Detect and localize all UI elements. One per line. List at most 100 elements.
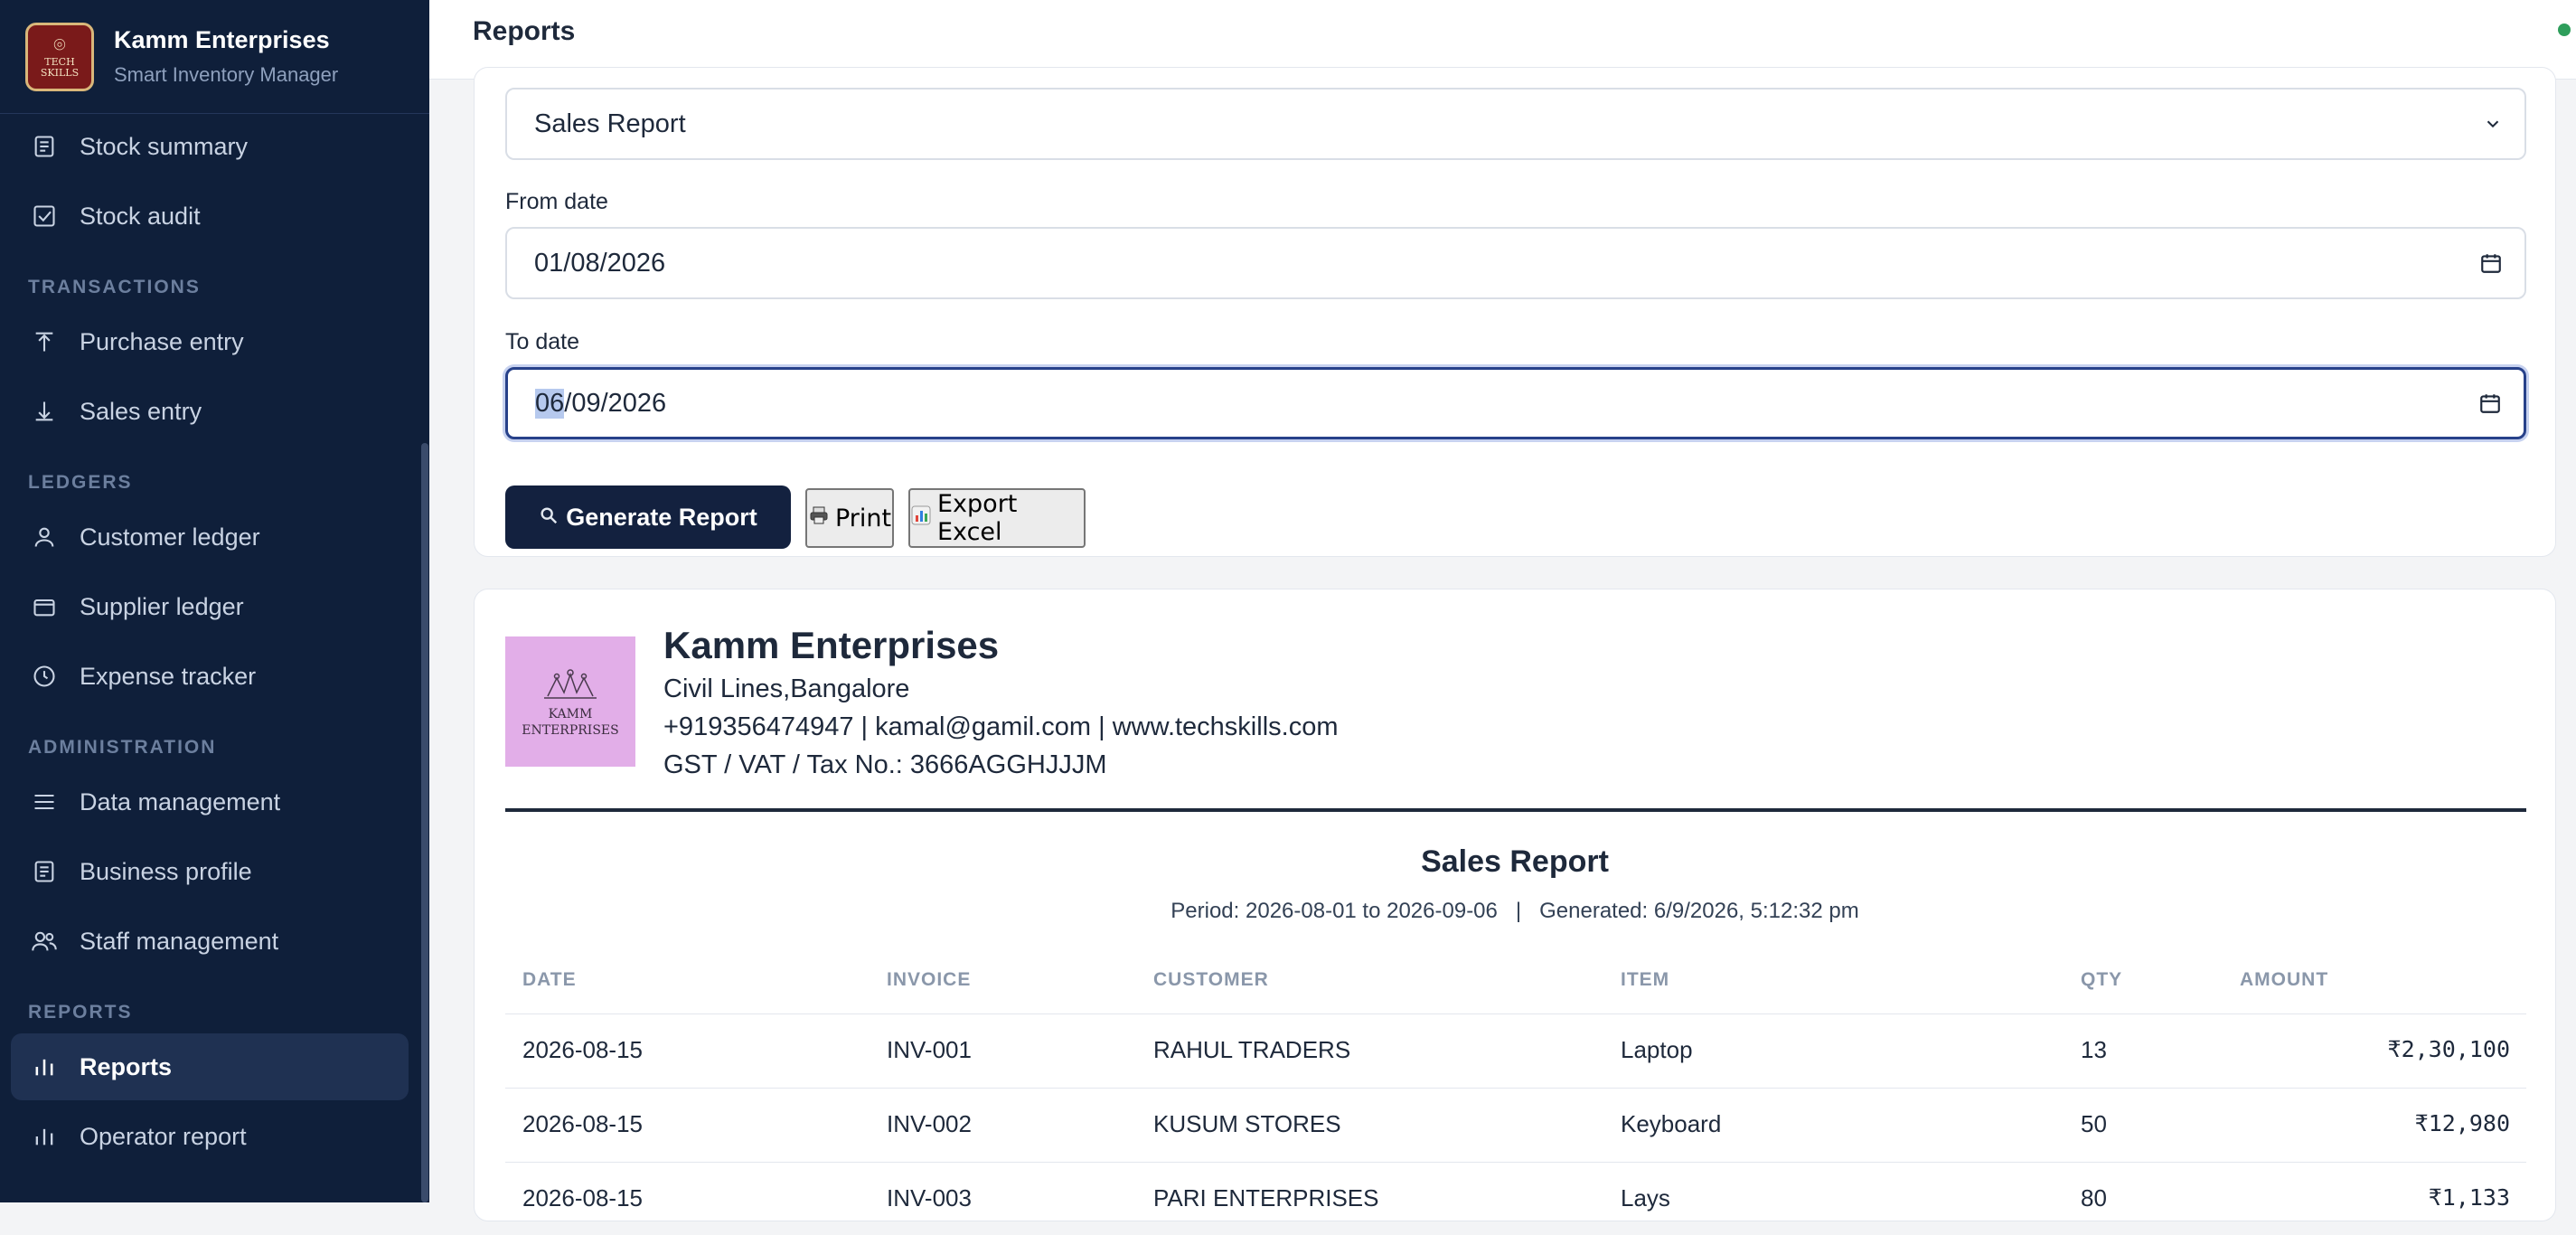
business-tax-number: GST / VAT / Tax No.: 3666AGGHJJJM [663,750,1107,779]
lightbulb-icon: ⌾ [53,33,66,57]
generate-report-button[interactable]: Generate Report [505,486,791,549]
sidebar-item-reports[interactable]: Reports [11,1033,409,1100]
sidebar-item-operator-report[interactable]: Operator report [11,1103,409,1170]
sidebar-item-label: Operator report [80,1122,247,1150]
brand-logo: ⌾ TECH SKILLS [25,22,94,91]
sidebar-item-label: Staff management [80,927,279,955]
sidebar-item-label: Stock summary [80,132,249,160]
export-excel-label: Export Excel [937,490,1018,546]
floral-logo-icon [539,665,602,706]
to-date-label: To date [505,329,580,354]
sidebar-item-stock-summary[interactable]: Stock summary [11,113,409,180]
document-icon [29,859,60,884]
report-title: Sales Report [1421,844,1609,879]
cell-customer: RAHUL TRADERS [1153,1036,1351,1063]
brand-logo-line-2: SKILLS [40,66,80,79]
sidebar-item-label: Stock audit [80,202,201,230]
sidebar-item-label: Reports [80,1052,173,1080]
to-date-day-segment[interactable]: 06 [535,388,565,419]
menu-icon [29,789,60,815]
sidebar-item-stock-audit[interactable]: Stock audit [11,183,409,250]
cell-amount: ₹12,980 [2414,1110,2510,1136]
cell-item: Lays [1621,1184,1670,1211]
cell-qty: 50 [2081,1110,2107,1137]
page-title: Reports [473,16,576,46]
brand-logo-line-1: TECH [44,55,75,68]
clock-icon [29,664,60,689]
business-logo: KAMM ENTERPRISES [505,636,635,767]
cell-qty: 13 [2081,1036,2107,1063]
business-logo-line-2: ENTERPRISES [522,722,619,738]
report-period: Period: 2026-08-01 to 2026-09-06 | Gener… [1170,899,1859,923]
calendar-icon[interactable] [2479,251,2503,275]
sidebar-item-expense-tracker[interactable]: Expense tracker [11,643,409,710]
report-type-select[interactable]: Sales Report [505,88,2526,160]
business-address: Civil Lines,Bangalore [663,674,910,703]
column-header-amount: AMOUNT [2240,969,2329,990]
bar-chart-icon [29,1054,60,1079]
sidebar-item-label: Purchase entry [80,327,244,355]
section-ledgers: LEDGERS [28,472,133,493]
checkbox-icon [29,203,60,229]
report-output-card: KAMM ENTERPRISES Kamm Enterprises Civil … [474,589,2556,1221]
brand-header: ⌾ TECH SKILLS Kamm Enterprises Smart Inv… [0,0,429,114]
sidebar-item-staff-management[interactable]: Staff management [11,908,409,975]
cell-invoice: INV-002 [887,1110,972,1137]
cell-invoice: INV-001 [887,1036,972,1063]
sidebar-item-label: Supplier ledger [80,592,244,620]
column-header-date: DATE [522,969,577,990]
brand-subtitle: Smart Inventory Manager [114,63,339,86]
from-date-input[interactable]: 01/08/2026 [505,227,2526,299]
printer-icon [808,504,830,533]
report-filter-card: Sales Report From date 01/08/2026 To dat… [474,67,2556,557]
from-date-value: 01/08/2026 [534,248,666,278]
document-icon [29,134,60,159]
section-transactions: TRANSACTIONS [28,277,201,297]
wallet-icon [29,594,60,619]
cell-customer: KUSUM STORES [1153,1110,1341,1137]
column-header-customer: CUSTOMER [1153,969,1269,990]
sidebar-item-purchase-entry[interactable]: Purchase entry [11,308,409,375]
column-header-invoice: INVOICE [887,969,972,990]
sidebar-item-label: Expense tracker [80,662,257,690]
chevron-down-icon [2483,114,2503,134]
to-date-input[interactable]: 06/09/2026 [505,367,2526,439]
table-row: 2026-08-15 INV-003 PARI ENTERPRISES Lays… [505,1162,2526,1235]
sidebar-item-business-profile[interactable]: Business profile [11,838,409,905]
cell-invoice: INV-003 [887,1184,972,1211]
sidebar-item-sales-entry[interactable]: Sales entry [11,378,409,445]
table-row: 2026-08-15 INV-001 RAHUL TRADERS Laptop … [505,1013,2526,1087]
bar-chart-icon [910,504,932,533]
print-button[interactable]: Print [805,488,894,548]
export-excel-button[interactable]: Export Excel [908,488,1086,548]
sidebar-item-data-management[interactable]: Data management [11,768,409,835]
sidebar-item-label: Data management [80,787,281,815]
cell-amount: ₹1,133 [2428,1184,2510,1211]
status-indicator [2558,24,2571,36]
table-row: 2026-08-15 INV-002 KUSUM STORES Keyboard… [505,1088,2526,1161]
print-label: Print [834,504,892,533]
business-logo-line-1: KAMM [548,706,593,721]
sidebar-item-supplier-ledger[interactable]: Supplier ledger [11,573,409,640]
cell-item: Laptop [1621,1036,1693,1063]
calendar-icon[interactable] [2478,391,2502,415]
column-header-qty: QTY [2081,969,2123,990]
business-name: Kamm Enterprises [663,624,1000,666]
arrow-down-icon [29,399,60,424]
business-contact: +919356474947 | kamal@gamil.com | www.te… [663,712,1339,741]
sidebar-item-customer-ledger[interactable]: Customer ledger [11,504,409,570]
report-type-value: Sales Report [534,108,686,138]
cell-date: 2026-08-15 [522,1036,643,1063]
sidebar-scrollbar[interactable] [421,443,428,1202]
bar-chart-icon [29,1124,60,1149]
header-divider [505,808,2526,812]
cell-date: 2026-08-15 [522,1184,643,1211]
sidebar-item-label: Customer ledger [80,523,260,551]
cell-customer: PARI ENTERPRISES [1153,1184,1379,1211]
magnifier-icon [539,504,559,532]
cell-amount: ₹2,30,100 [2387,1036,2510,1062]
arrow-up-icon [29,329,60,354]
brand-name: Kamm Enterprises [114,26,330,53]
from-date-label: From date [505,189,608,214]
section-administration: ADMINISTRATION [28,737,217,758]
